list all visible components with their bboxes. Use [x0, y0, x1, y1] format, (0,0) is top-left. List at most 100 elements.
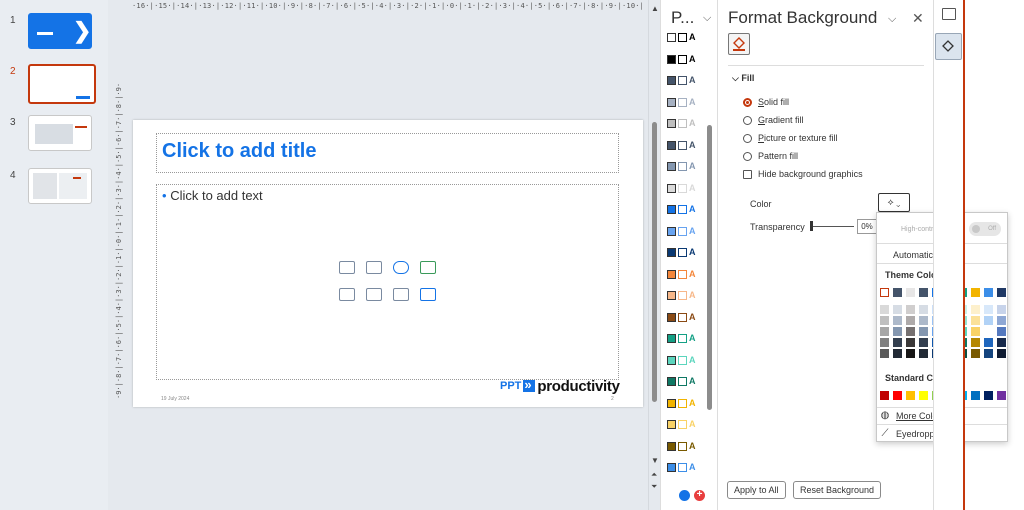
shade-column[interactable]	[997, 305, 1006, 360]
color-swatch[interactable]	[919, 288, 928, 297]
color-swatch[interactable]	[971, 338, 980, 347]
transparency-slider[interactable]	[810, 226, 854, 227]
color-swatch[interactable]	[997, 338, 1006, 347]
color-swatch[interactable]	[893, 316, 902, 325]
transparency-input[interactable]: 0%	[857, 219, 877, 234]
next-slide-icon[interactable]: ⏷	[651, 482, 657, 492]
color-swatch[interactable]	[893, 327, 902, 336]
color-swatch[interactable]	[997, 305, 1006, 314]
color-swatch[interactable]	[984, 316, 993, 325]
editor-scrollbar[interactable]: ▲ ▼ ⏶ ⏷	[648, 0, 660, 510]
color-swatch[interactable]	[880, 288, 889, 297]
editor-scroll-thumb[interactable]	[652, 122, 657, 402]
color-swatch[interactable]	[906, 305, 915, 314]
color-swatch[interactable]	[971, 288, 980, 297]
slide-thumbnail-4[interactable]: 4	[0, 168, 108, 208]
title-placeholder[interactable]: Click to add title	[156, 133, 619, 173]
color-swatch[interactable]	[906, 391, 915, 400]
color-swatch[interactable]	[984, 288, 993, 297]
picture-texture-fill-radio[interactable]: Picture or texture fill	[743, 133, 838, 143]
insert-icons-icon[interactable]	[393, 261, 409, 274]
color-swatch[interactable]	[906, 349, 915, 358]
style-swatch-row[interactable]: A	[667, 33, 696, 43]
color-swatch[interactable]	[893, 338, 902, 347]
shade-column[interactable]	[906, 305, 915, 360]
high-contrast-toggle[interactable]: Off	[969, 222, 1001, 236]
color-swatch[interactable]	[906, 327, 915, 336]
style-swatch-row[interactable]: A	[667, 76, 696, 86]
color-swatch[interactable]	[919, 305, 928, 314]
style-swatch-row[interactable]: A	[667, 269, 696, 280]
color-swatch[interactable]	[997, 327, 1006, 336]
previous-slide-icon[interactable]: ⏶	[651, 470, 657, 480]
color-swatch[interactable]	[984, 349, 993, 358]
style-swatch-row[interactable]: A	[667, 119, 696, 129]
slide-thumbnail-1[interactable]: 1 ❯	[0, 13, 108, 53]
color-swatch[interactable]	[984, 327, 993, 336]
insert-stock-images-icon[interactable]	[339, 261, 355, 274]
color-swatch[interactable]	[984, 338, 993, 347]
chevron-down-icon[interactable]: ⌵	[888, 13, 896, 26]
color-swatch[interactable]	[880, 316, 889, 325]
color-swatch[interactable]	[984, 391, 993, 400]
color-swatch[interactable]	[880, 391, 889, 400]
add-icon[interactable]: +	[694, 490, 705, 501]
insert-video-icon[interactable]	[366, 288, 382, 301]
color-swatch[interactable]	[906, 288, 915, 297]
color-swatch[interactable]	[880, 327, 889, 336]
insert-table-icon[interactable]	[393, 288, 409, 301]
color-swatch[interactable]	[880, 338, 889, 347]
color-swatch[interactable]	[893, 391, 902, 400]
fill-tab[interactable]	[728, 33, 750, 55]
style-swatch-row[interactable]: A	[667, 162, 696, 172]
content-placeholder[interactable]: • Click to add text	[156, 184, 619, 380]
transparency-slider-handle[interactable]	[810, 221, 813, 231]
shade-column[interactable]	[919, 305, 928, 360]
color-swatch[interactable]	[893, 305, 902, 314]
fill-color-button[interactable]: ⟡ ⌄	[878, 193, 910, 212]
shade-column[interactable]	[880, 305, 889, 360]
style-swatch-row[interactable]: A	[667, 398, 696, 409]
designer-icon[interactable]	[942, 8, 956, 20]
shade-column[interactable]	[984, 305, 993, 360]
color-swatch[interactable]	[880, 305, 889, 314]
color-swatch[interactable]	[971, 327, 980, 336]
color-swatch[interactable]	[919, 391, 928, 400]
style-swatch-row[interactable]: A	[667, 334, 696, 344]
shade-column[interactable]	[971, 305, 980, 360]
color-swatch[interactable]	[971, 391, 980, 400]
style-swatch-row[interactable]: A	[667, 183, 696, 194]
apply-to-all-button[interactable]: Apply to All	[727, 481, 786, 499]
style-swatch-row[interactable]: A	[667, 140, 696, 151]
close-icon[interactable]: ✕	[912, 10, 924, 27]
style-swatch-row[interactable]: A	[667, 355, 696, 366]
fill-section-header[interactable]: ⌵ Fill	[732, 73, 754, 84]
style-swatch-row[interactable]: A	[667, 54, 696, 65]
slide-thumbnail-3[interactable]: 3	[0, 115, 108, 155]
style-swatch-row[interactable]: A	[667, 248, 696, 258]
color-swatch[interactable]	[997, 288, 1006, 297]
chevron-down-icon[interactable]: ⌵	[703, 12, 711, 25]
color-swatch[interactable]	[919, 338, 928, 347]
color-swatch[interactable]	[997, 349, 1006, 358]
color-swatch[interactable]	[997, 391, 1006, 400]
color-swatch[interactable]	[880, 349, 889, 358]
shade-column[interactable]	[893, 305, 902, 360]
color-swatch[interactable]	[919, 316, 928, 325]
hide-background-graphics-checkbox[interactable]: Hide background graphics	[743, 169, 863, 179]
color-swatch[interactable]	[893, 349, 902, 358]
style-swatch-row[interactable]: A	[667, 97, 696, 108]
gradient-fill-radio[interactable]: Gradient fill	[743, 115, 804, 125]
scroll-down-icon[interactable]: ▼	[651, 456, 659, 465]
color-swatch[interactable]	[906, 338, 915, 347]
format-background-icon[interactable]	[935, 33, 962, 60]
style-swatch-row[interactable]: A	[667, 312, 696, 323]
insert-picture-icon[interactable]	[366, 261, 382, 274]
style-swatch-row[interactable]: A	[667, 463, 696, 473]
style-swatch-row[interactable]: A	[667, 441, 696, 452]
color-swatch[interactable]	[971, 305, 980, 314]
insert-smartart-icon[interactable]	[420, 261, 436, 274]
style-swatch-row[interactable]: A	[667, 205, 696, 215]
slide-thumbnail-2[interactable]: 2	[0, 64, 108, 104]
color-swatch[interactable]	[893, 288, 902, 297]
